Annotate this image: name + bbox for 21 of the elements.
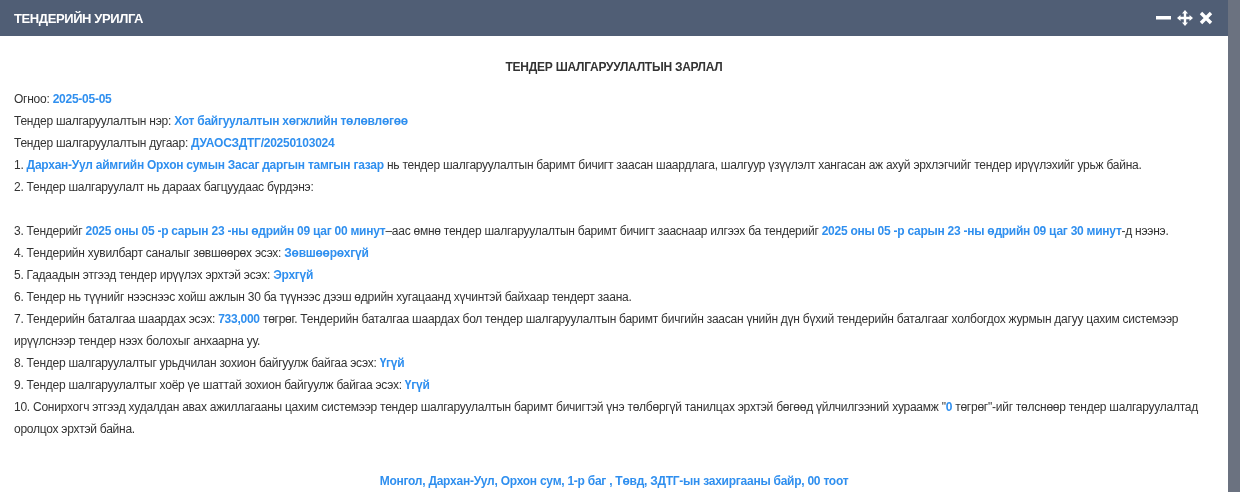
clause-text: 1. Дархан-Уул аймгийн Орхон сумын Засаг даргын тамгын газар нь тендер шалгаруулалтын баримт бичигт заасан шаардлага, шалгуур үзүүлэлт хангасан аж ахуй эрхлэгчийг тендер ирүүлэхийг урьж байна.	[14, 157, 1143, 174]
minimize-icon	[1156, 16, 1171, 20]
document-heading: ТЕНДЕР ШАЛГАРУУЛАЛТЫН ЗАРЛАЛ	[504, 59, 724, 76]
move-button[interactable]	[1176, 9, 1193, 27]
clause-text: 3. Тендерийг 2025 оны 05 -р сарын 23 -ны өдрийн 09 цаг 00 минут–аас өмнө тендер шалгаруулалтын баримт бичигт зааснаар илгээх ба тендерийг 2025 оны 05 -р сарын 23 -ны өдрийн 09 цаг 30 минут-д нээнэ.	[14, 223, 1170, 240]
field-line: Тендер шалгаруулалтын нэр: Хот байгуулалтын хөгжлийн төлөвлөгөө	[14, 113, 409, 130]
field-line: Огноо: 2025-05-05	[14, 91, 113, 108]
close-button[interactable]	[1197, 9, 1214, 27]
field-line: Тендер шалгаруулалтын дугаар: ДУАОСЗДТГ/20250103024	[14, 135, 336, 152]
clause-text: 5. Гадаадын этгээд тендер ирүүлэх эрхтэй эсэх: Эрхгүй	[14, 267, 315, 284]
clause-text: 9. Тендер шалгаруулалтыг хоёр үе шаттай зохион байгуулж байгаа эсэх: Үгүй	[14, 377, 431, 394]
move-icon	[1176, 10, 1193, 26]
clause-text: 2. Тендер шалгаруулалт нь дараах багцуудаас бүрдэнэ:	[14, 179, 315, 196]
address-text: Монгол, Дархан-Уул, Орхон сум, 1-р баг , Төвд, ЗДТГ-ын захиргааны байр, 00 тоот	[378, 473, 850, 490]
clause-text: 4. Тендерийн хувилбарт саналыг зөвшөөрөх эсэх: Зөвшөөрөхгүй	[14, 245, 370, 262]
clause-text: 6. Тендер нь түүнийг нээснээс хойш ажлын 30 ба түүнээс дээш өдрийн хугацаанд хүчинтэй байхаар тендерт заана.	[14, 289, 633, 306]
window-title: ТЕНДЕРИЙН УРИЛГА	[14, 10, 144, 26]
clause-text: 10. Сонирхогч этгээд худалдан авах ажиллагааны цахим системээр тендер шалгаруулалтын баримт бичигтэй үнэ төлбөргүй танилцах эрхтэй бөгөөд үйлчилгээний хураамж "0 төгрөг"-ийг төлснөөр тендер шалгаруулалтад оролцох эрхтэй байна.	[14, 399, 1199, 438]
clause-text: 8. Тендер шалгаруулалтыг урьдчилан зохион байгуулж байгаа эсэх: Үгүй	[14, 355, 406, 372]
close-icon	[1198, 11, 1213, 25]
clause-text: 7. Тендерийн баталгаа шаардах эсэх: 733,000 төгрөг. Тендерийн баталгаа шаардах бол тендер шалгаруулалтын баримт бичгийн заасан үнийн дүн бүхий тендерийн баталгааг холбогдох журмын дагуу цахим системээр ирүүлснээр тендер нээх болохыг анхаарна уу.	[14, 311, 1180, 350]
